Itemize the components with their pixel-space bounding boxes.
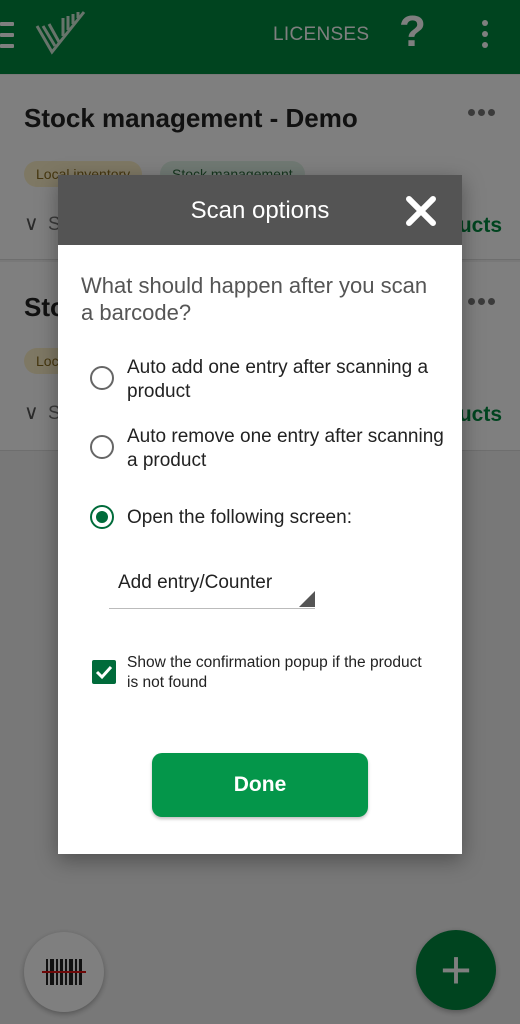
radio-button[interactable] xyxy=(90,366,114,390)
done-button[interactable]: Done xyxy=(152,753,368,817)
dialog-header: Scan options xyxy=(58,175,462,245)
screen-select-value: Add entry/Counter xyxy=(118,572,273,593)
option-label: Auto remove one entry after scanning a p… xyxy=(127,426,444,471)
screen-select[interactable]: Add entry/Counter xyxy=(109,566,315,609)
dialog-title: Scan options xyxy=(190,197,330,224)
option-label: Open the following screen: xyxy=(127,507,352,528)
confirmation-checkbox-label[interactable]: Show the confirmation popup if the produ… xyxy=(127,653,427,693)
scan-options-dialog: Scan options What should happen after yo… xyxy=(58,175,462,854)
radio-button[interactable] xyxy=(90,435,114,459)
radio-button-selected[interactable] xyxy=(90,505,114,529)
dialog-question: What should happen after you scan a barc… xyxy=(81,273,428,325)
dropdown-arrow-icon xyxy=(299,591,315,607)
confirmation-checkbox[interactable] xyxy=(92,660,116,684)
close-icon[interactable] xyxy=(404,194,438,228)
checkmark-icon xyxy=(95,665,113,680)
option-label: Auto add one entry after scanning a prod… xyxy=(127,357,429,402)
